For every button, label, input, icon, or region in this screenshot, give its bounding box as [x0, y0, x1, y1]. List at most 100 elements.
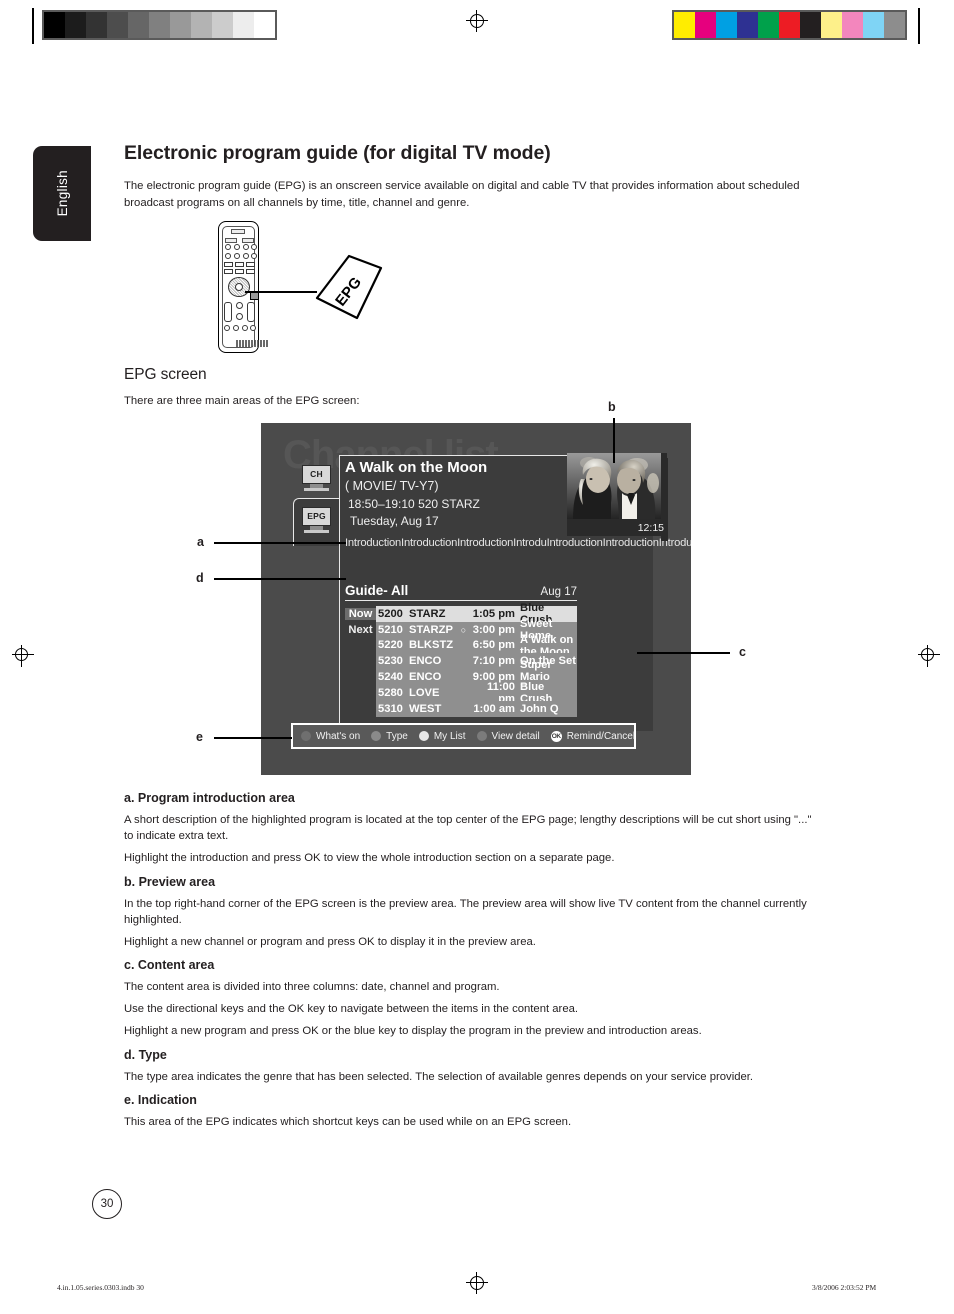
indication-area: What's on Type My List View detail OK Remind/… — [291, 723, 636, 749]
tab-epg[interactable]: EPG — [300, 507, 333, 533]
red-key-dot-icon — [301, 731, 311, 741]
language-tab: English — [33, 146, 91, 241]
remote-channel-rocker — [247, 302, 255, 322]
epg-callout-line — [245, 291, 317, 294]
remote-label-right — [242, 238, 254, 243]
remote-key-4 — [251, 244, 257, 250]
leader-line-c — [637, 652, 730, 654]
program-row-time: 1:00 am — [473, 702, 515, 715]
section-c-para-0: The content area is divided into three c… — [124, 981, 500, 993]
indication-item-label: View detail — [491, 730, 540, 742]
page-title: Electronic program guide (for digital TV… — [124, 142, 551, 164]
program-row-time: 7:10 pm — [472, 655, 515, 668]
program-row-callsign: LOVE — [409, 686, 440, 699]
grayscale-swatch-3 — [107, 12, 128, 38]
callout-letter-e: e — [196, 730, 203, 744]
section-heading: EPG screen — [124, 366, 207, 383]
crop-tick-left — [32, 8, 34, 44]
program-time-channel: 18:50–19:10 520 STARZ — [348, 497, 480, 511]
grayscale-swatch-10 — [254, 12, 275, 38]
preview-area[interactable]: 12:15 — [567, 453, 668, 541]
remote-body — [218, 221, 269, 353]
program-introduction-area[interactable]: IntroductionIntroductionIntroductionIntr… — [345, 536, 691, 550]
intro-paragraph: The electronic program guide (EPG) is an… — [124, 180, 800, 209]
registration-mark-right — [918, 645, 940, 667]
program-date: Tuesday, Aug 17 — [350, 514, 439, 528]
indication-item-blue-key[interactable]: View detail — [476, 730, 540, 742]
program-row-channel: 5310 — [378, 702, 403, 715]
color-swatch-10 — [884, 12, 905, 38]
indication-item-green-key[interactable]: Type — [371, 731, 408, 742]
grayscale-calibration-bar — [42, 10, 277, 40]
program-row[interactable]: 5310 WEST 1:00 am John Q — [345, 700, 577, 717]
footer-timestamp: 3/8/2006 2:03:52 PM — [812, 1283, 877, 1292]
remote-key-13 — [235, 269, 244, 274]
grayscale-swatch-2 — [86, 12, 107, 38]
grayscale-swatch-9 — [233, 12, 254, 38]
preview-clock: 12:15 — [637, 522, 664, 534]
grayscale-swatch-4 — [128, 12, 149, 38]
indication-item-label: Remind/Cancel — [566, 730, 636, 742]
program-row-channel: 5240 — [378, 671, 403, 684]
section-b-para-0: In the top right-hand corner of the EPG … — [124, 898, 807, 926]
program-row-channel: 5220 — [378, 639, 403, 652]
indication-item-label: Type — [386, 730, 408, 742]
section-e-para-0: This area of the EPG indicates which sho… — [124, 1116, 572, 1128]
registration-mark-bottom — [466, 1272, 488, 1294]
green-key-dot-icon — [371, 731, 382, 741]
epg-screen-illustration: Channel list CH EPG A Walk on the Moon (… — [261, 423, 691, 775]
ok-button-icon: OK — [550, 730, 562, 742]
remote-color-key-blue — [250, 325, 256, 331]
program-row-callsign: WEST — [409, 702, 442, 715]
tab-epg-label: EPG — [307, 511, 326, 522]
program-row-callsign: ENCO — [409, 655, 442, 668]
color-swatch-5 — [779, 12, 800, 38]
section-c-para-2: Highlight a new program and press OK or … — [124, 1025, 702, 1037]
program-row-content: 5310 WEST 1:00 am John Q — [376, 700, 577, 717]
section-d-heading: d. Type — [124, 1048, 167, 1062]
remote-key-8 — [251, 253, 257, 259]
tv-screen-icon: CH — [302, 465, 331, 484]
indication-item-yellow-key[interactable]: My List — [418, 731, 466, 742]
indication-item-ok-key[interactable]: OK Remind/Cancel — [550, 730, 636, 742]
guide-date-label: Aug 17 — [540, 586, 577, 598]
program-row[interactable]: 5280 LOVE 11:00 pm Blue Crush — [345, 681, 577, 705]
section-d-para-0: The type area indicates the genre that h… — [124, 1071, 754, 1083]
callout-letter-c: c — [739, 645, 746, 659]
remote-ok-key — [235, 283, 243, 291]
remote-brand-logo — [236, 340, 269, 347]
section-b-para-1: Highlight a new channel or program and p… — [124, 936, 536, 948]
content-area[interactable]: Now 5200 STARZ 1:05 pm Blue Crush Next 5210 STA… — [345, 602, 577, 717]
color-calibration-bar — [672, 10, 907, 40]
program-row-content: 5280 LOVE 11:00 pm Blue Crush — [376, 681, 577, 705]
program-row-marker: Now — [345, 607, 376, 620]
program-row-callsign: ENCO — [409, 671, 442, 684]
program-row-title: John Q — [520, 702, 559, 715]
remote-epg-key — [249, 292, 259, 300]
color-swatch-9 — [863, 12, 884, 38]
crop-tick-right — [918, 8, 920, 44]
section-subcopy: There are three main areas of the EPG sc… — [124, 395, 360, 407]
section-b-heading: b. Preview area — [124, 875, 216, 889]
program-row[interactable]: 5220 BLKSTZ 6:50 pm A Walk on the Moon — [345, 634, 577, 658]
remote-volume-rocker — [224, 302, 232, 322]
tab-channel-list[interactable]: CH — [300, 465, 333, 491]
grayscale-swatch-7 — [191, 12, 212, 38]
guide-type-label: Guide- All — [345, 583, 409, 598]
indication-item-red-key[interactable]: What's on — [301, 731, 360, 742]
type-area[interactable]: Guide- All Aug 17 — [345, 583, 577, 601]
color-swatch-4 — [758, 12, 779, 38]
section-a-para-1: Highlight the introduction and press OK … — [124, 852, 615, 864]
indication-item-label: What's on — [316, 730, 361, 742]
grayscale-swatch-8 — [212, 12, 233, 38]
program-title: A Walk on the Moon — [345, 459, 488, 476]
page-number: 30 — [92, 1189, 122, 1219]
remote-key-14 — [246, 269, 255, 274]
program-genre: ( MOVIE/ TV-Y7) — [345, 479, 439, 493]
tv-base-icon — [304, 530, 329, 533]
grayscale-swatch-1 — [65, 12, 86, 38]
program-row-time: 3:00 pm — [472, 623, 515, 636]
callout-letter-b: b — [608, 400, 616, 414]
section-e-heading: e. Indication — [124, 1093, 197, 1107]
color-swatch-1 — [695, 12, 716, 38]
